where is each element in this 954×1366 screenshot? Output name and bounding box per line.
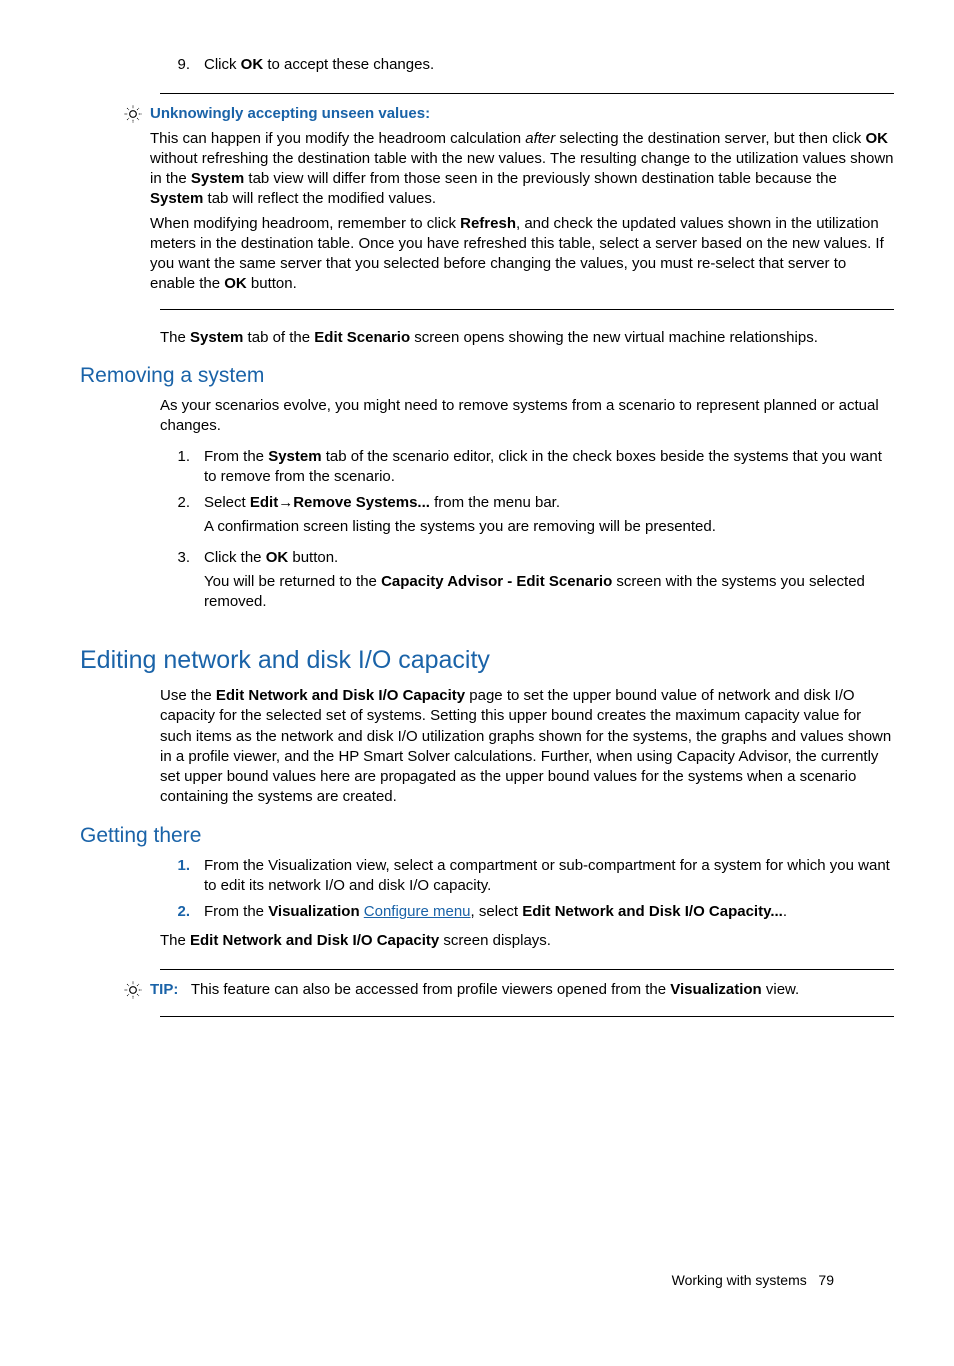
getting-step-2: 2. From the Visualization Configure menu…	[160, 902, 894, 922]
callout-para-2: When modifying headroom, remember to cli…	[150, 214, 894, 295]
list-body: Click OK to accept these changes.	[204, 55, 894, 75]
configure-menu-link[interactable]: Configure menu	[364, 903, 471, 920]
tip-callout-feature-access: TIP: This feature can also be accessed f…	[160, 969, 894, 1017]
tip-icon	[116, 104, 150, 298]
removing-step-2: 2. Select Edit→Remove Systems... from th…	[160, 493, 894, 548]
callout-title: Unknowingly accepting unseen values:	[150, 104, 894, 124]
editing-after: The Edit Network and Disk I/O Capacity s…	[160, 931, 894, 951]
heading-getting-there: Getting there	[80, 822, 894, 850]
removing-intro: As your scenarios evolve, you might need…	[160, 396, 894, 437]
heading-removing-system: Removing a system	[80, 362, 894, 390]
removing-step-1: 1. From the System tab of the scenario e…	[160, 447, 894, 488]
getting-step-1: 1. From the Visualization view, select a…	[160, 856, 894, 897]
tip-callout-unseen-values: Unknowingly accepting unseen values: Thi…	[160, 93, 894, 309]
tip-label: TIP:	[150, 981, 178, 998]
tip-icon	[116, 980, 150, 1006]
callout-para-1: This can happen if you modify the headro…	[150, 129, 894, 210]
page-footer: Working with systems 79	[672, 1271, 834, 1290]
editing-intro: Use the Edit Network and Disk I/O Capaci…	[160, 686, 894, 808]
removing-step-3: 3. Click the OK button. You will be retu…	[160, 548, 894, 623]
heading-editing-io: Editing network and disk I/O capacity	[80, 644, 894, 678]
list-number: 9.	[160, 55, 204, 75]
post-callout-text: The System tab of the Edit Scenario scre…	[160, 328, 894, 348]
step-9: 9. Click OK to accept these changes.	[160, 55, 894, 75]
